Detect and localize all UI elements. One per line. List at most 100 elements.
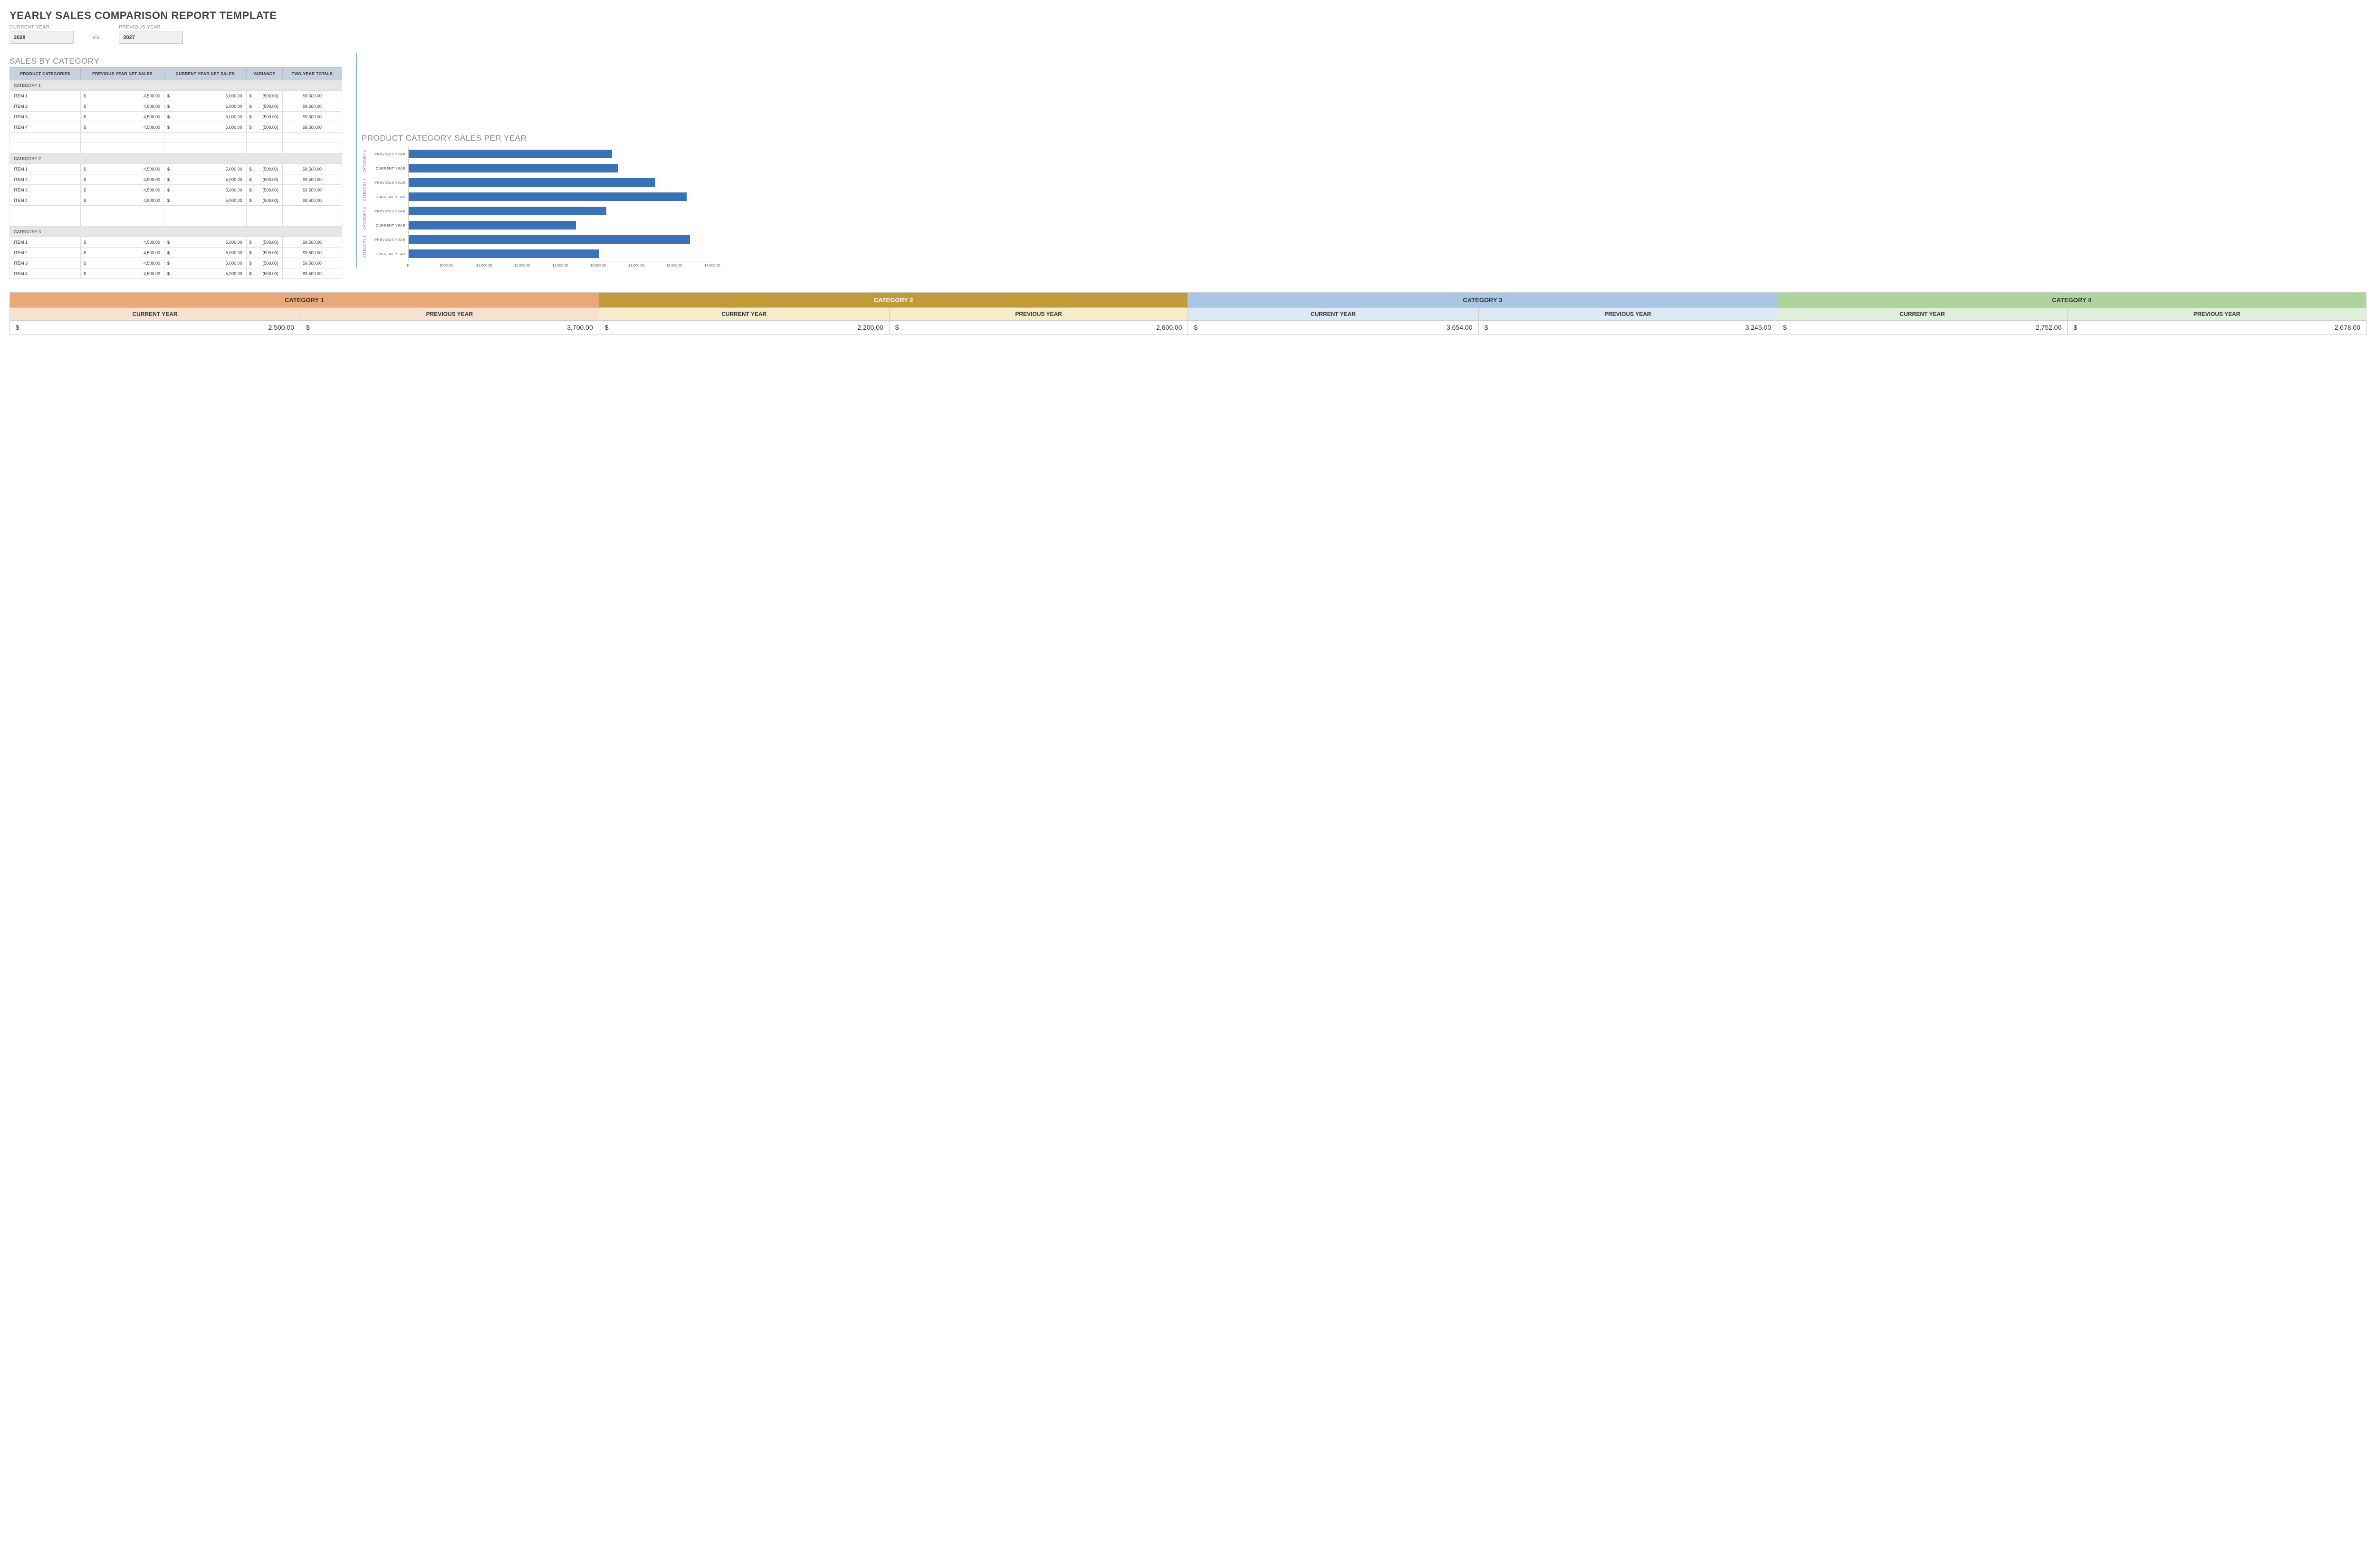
chart-bar-row: PREVIOUS YEAR bbox=[368, 175, 712, 190]
variance-cell[interactable]: $(500.00) bbox=[246, 91, 282, 101]
table-row: ITEM 3$4,500.00$5,000.00$(500.00)$9,500.… bbox=[10, 185, 342, 195]
summary-value-cell[interactable]: $3,245.00 bbox=[1478, 321, 1777, 335]
cur-sales-cell[interactable]: $5,000.00 bbox=[164, 237, 247, 248]
item-name[interactable]: ITEM 1 bbox=[10, 164, 81, 174]
summary-sub-prev: PREVIOUS YEAR bbox=[889, 308, 1188, 321]
item-name[interactable]: ITEM 3 bbox=[10, 185, 81, 195]
chart-bar-row: CURRENT YEAR bbox=[368, 247, 712, 261]
sales-by-category-section: SALES BY CATEGORY PRODUCT CATEGORIES PRE… bbox=[10, 53, 342, 279]
totals-cell[interactable]: $9,500.00 bbox=[282, 195, 342, 206]
totals-cell[interactable]: $9,500.00 bbox=[282, 248, 342, 258]
prev-sales-cell[interactable]: $4,500.00 bbox=[81, 185, 164, 195]
prev-sales-cell[interactable]: $4,500.00 bbox=[81, 122, 164, 133]
item-name[interactable]: ITEM 4 bbox=[10, 195, 81, 206]
variance-cell[interactable]: $(500.00) bbox=[246, 268, 282, 279]
variance-cell[interactable]: $(500.00) bbox=[246, 101, 282, 112]
prev-sales-cell[interactable]: $4,500.00 bbox=[81, 91, 164, 101]
cur-sales-cell[interactable]: $5,000.00 bbox=[164, 258, 247, 268]
totals-cell[interactable]: $9,500.00 bbox=[282, 122, 342, 133]
cur-sales-cell[interactable]: $5,000.00 bbox=[164, 91, 247, 101]
totals-cell[interactable]: $9,500.00 bbox=[282, 164, 342, 174]
totals-cell[interactable]: $9,500.00 bbox=[282, 185, 342, 195]
cur-sales-cell[interactable]: $5,000.00 bbox=[164, 174, 247, 185]
totals-cell[interactable]: $9,500.00 bbox=[282, 101, 342, 112]
cur-sales-cell[interactable]: $5,000.00 bbox=[164, 122, 247, 133]
variance-cell[interactable]: $(500.00) bbox=[246, 174, 282, 185]
item-name[interactable]: ITEM 1 bbox=[10, 91, 81, 101]
totals-cell[interactable]: $9,500.00 bbox=[282, 112, 342, 122]
prev-sales-cell[interactable]: $4,500.00 bbox=[81, 164, 164, 174]
item-name[interactable]: ITEM 3 bbox=[10, 258, 81, 268]
previous-year-input[interactable]: 2027 bbox=[119, 31, 183, 44]
prev-sales-cell[interactable]: $4,500.00 bbox=[81, 237, 164, 248]
table-row: ITEM 1$4,500.00$5,000.00$(500.00)$9,500.… bbox=[10, 164, 342, 174]
summary-sub-prev: PREVIOUS YEAR bbox=[300, 308, 599, 321]
chart-group: CATEGORY 1PREVIOUS YEARCURRENT YEAR bbox=[362, 232, 712, 261]
item-name[interactable]: ITEM 4 bbox=[10, 268, 81, 279]
col-two-year-totals: TWO-YEAR TOTALS bbox=[282, 67, 342, 80]
chart-group-label: CATEGORY 3 bbox=[362, 175, 368, 204]
table-row: ITEM 4$4,500.00$5,000.00$(500.00)$9,500.… bbox=[10, 268, 342, 279]
totals-cell[interactable]: $9,500.00 bbox=[282, 268, 342, 279]
summary-value-cell[interactable]: $2,678.00 bbox=[2068, 321, 2366, 335]
summary-sub-prev: PREVIOUS YEAR bbox=[1478, 308, 1777, 321]
blank-row bbox=[10, 133, 342, 143]
summary-value-cell[interactable]: $3,700.00 bbox=[300, 321, 599, 335]
cur-sales-cell[interactable]: $5,000.00 bbox=[164, 185, 247, 195]
summary-cat2-header: CATEGORY 2 bbox=[599, 293, 1188, 308]
summary-value-cell[interactable]: $2,500.00 bbox=[10, 321, 300, 335]
cur-sales-cell[interactable]: $5,000.00 bbox=[164, 101, 247, 112]
chart-bar-label: CURRENT YEAR bbox=[368, 195, 408, 199]
chart-x-tick: $4,000.00 bbox=[704, 263, 720, 268]
item-name[interactable]: ITEM 4 bbox=[10, 122, 81, 133]
chart-title: PRODUCT CATEGORY SALES PER YEAR bbox=[362, 134, 2366, 143]
cur-sales-cell[interactable]: $5,000.00 bbox=[164, 195, 247, 206]
totals-cell[interactable]: $9,500.00 bbox=[282, 91, 342, 101]
variance-cell[interactable]: $(500.00) bbox=[246, 185, 282, 195]
prev-sales-cell[interactable]: $4,500.00 bbox=[81, 248, 164, 258]
variance-cell[interactable]: $(500.00) bbox=[246, 122, 282, 133]
chart-bar-label: CURRENT YEAR bbox=[368, 166, 408, 171]
current-year-input[interactable]: 2028 bbox=[10, 31, 74, 44]
prev-sales-cell[interactable]: $4,500.00 bbox=[81, 258, 164, 268]
item-name[interactable]: ITEM 2 bbox=[10, 101, 81, 112]
prev-sales-cell[interactable]: $4,500.00 bbox=[81, 174, 164, 185]
chart-group: CATEGORY 2PREVIOUS YEARCURRENT YEAR bbox=[362, 204, 712, 232]
variance-cell[interactable]: $(500.00) bbox=[246, 164, 282, 174]
cur-sales-cell[interactable]: $5,000.00 bbox=[164, 268, 247, 279]
chart-x-tick: $1,000.00 bbox=[476, 263, 492, 268]
summary-value-cell[interactable]: $3,654.00 bbox=[1188, 321, 1478, 335]
totals-cell[interactable]: $9,500.00 bbox=[282, 237, 342, 248]
prev-sales-cell[interactable]: $4,500.00 bbox=[81, 268, 164, 279]
summary-value-cell[interactable]: $2,600.00 bbox=[889, 321, 1188, 335]
variance-cell[interactable]: $(500.00) bbox=[246, 112, 282, 122]
cur-sales-cell[interactable]: $5,000.00 bbox=[164, 248, 247, 258]
summary-value-cell[interactable]: $2,752.00 bbox=[1777, 321, 2068, 335]
prev-sales-cell[interactable]: $4,500.00 bbox=[81, 195, 164, 206]
cur-sales-cell[interactable]: $5,000.00 bbox=[164, 164, 247, 174]
item-name[interactable]: ITEM 2 bbox=[10, 248, 81, 258]
chart-bar-label: CURRENT YEAR bbox=[368, 223, 408, 228]
totals-cell[interactable]: $9,500.00 bbox=[282, 174, 342, 185]
prev-sales-cell[interactable]: $4,500.00 bbox=[81, 101, 164, 112]
item-name[interactable]: ITEM 2 bbox=[10, 174, 81, 185]
chart-bar bbox=[409, 178, 655, 187]
chart-group-label: CATEGORY 4 bbox=[362, 147, 368, 175]
prev-sales-cell[interactable]: $4,500.00 bbox=[81, 112, 164, 122]
chart-bar bbox=[409, 249, 599, 258]
cur-sales-cell[interactable]: $5,000.00 bbox=[164, 112, 247, 122]
chart-x-tick: $3,000.00 bbox=[628, 263, 644, 268]
variance-cell[interactable]: $(500.00) bbox=[246, 195, 282, 206]
chart-x-tick: $1,500.00 bbox=[514, 263, 530, 268]
chart-group-label: CATEGORY 1 bbox=[362, 232, 368, 261]
totals-cell[interactable]: $9,500.00 bbox=[282, 258, 342, 268]
blank-row bbox=[10, 206, 342, 216]
chart-x-axis: $-$500.00$1,000.00$1,500.00$2,000.00$2,5… bbox=[408, 261, 712, 268]
item-name[interactable]: ITEM 1 bbox=[10, 237, 81, 248]
summary-value-cell[interactable]: $2,200.00 bbox=[599, 321, 889, 335]
variance-cell[interactable]: $(500.00) bbox=[246, 237, 282, 248]
variance-cell[interactable]: $(500.00) bbox=[246, 248, 282, 258]
item-name[interactable]: ITEM 3 bbox=[10, 112, 81, 122]
variance-cell[interactable]: $(500.00) bbox=[246, 258, 282, 268]
chart-x-tick: $- bbox=[407, 263, 410, 268]
